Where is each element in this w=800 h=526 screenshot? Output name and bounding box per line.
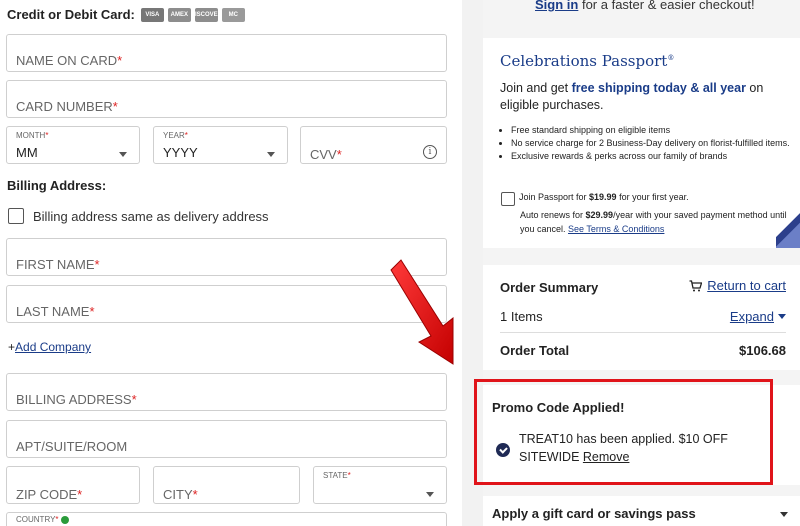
add-company-text[interactable]: Add Company <box>15 340 91 354</box>
order-total-value: $106.68 <box>739 343 786 358</box>
chevron-down-icon <box>267 152 275 157</box>
zip-code-field[interactable]: ZIP CODE* <box>6 466 140 504</box>
passport-renew-text: Auto renews for $29.99/year with your sa… <box>520 210 787 234</box>
apt-suite-placeholder: APT/SUITE/ROOM <box>16 439 128 454</box>
card-section-title: Credit or Debit Card: VISA AMEX DISCOVER… <box>7 7 245 22</box>
return-to-cart-link[interactable]: Return to cart <box>689 278 786 293</box>
decorative-stripe <box>776 208 800 248</box>
same-as-delivery-label: Billing address same as delivery address <box>33 208 269 224</box>
passport-benefits: Free standard shipping on eligible items… <box>511 124 791 163</box>
year-value: YYYY <box>163 145 198 160</box>
valid-check-icon <box>60 515 69 524</box>
chevron-down-icon <box>778 314 786 319</box>
mastercard-logo-icon: MC <box>221 7 245 22</box>
zip-code-placeholder: ZIP CODE <box>16 487 78 502</box>
list-item: Free standard shipping on eligible items <box>511 124 791 137</box>
expand-button[interactable]: Expand <box>730 309 786 324</box>
billing-address-title: Billing Address: <box>7 178 107 193</box>
card-number-field[interactable]: CARD NUMBER* <box>6 80 447 118</box>
billing-address-placeholder: BILLING ADDRESS <box>16 392 132 407</box>
country-select[interactable]: COUNTRY* <box>6 512 447 526</box>
name-on-card-field[interactable]: NAME ON CARD* <box>6 34 447 72</box>
passport-join-row[interactable]: Join Passport for $19.99 for your first … <box>501 192 689 206</box>
cvv-field[interactable]: CVV* i <box>300 126 447 164</box>
country-label: COUNTRY <box>16 515 56 524</box>
divider <box>500 332 786 333</box>
card-title-text: Credit or Debit Card: <box>7 7 135 22</box>
card-logos: VISA AMEX DISCOVER MC <box>140 7 245 22</box>
apt-suite-field[interactable]: APT/SUITE/ROOM <box>6 420 447 458</box>
month-value: MM <box>16 145 38 160</box>
visa-logo-icon: VISA <box>140 7 164 22</box>
cvv-placeholder: CVV <box>310 147 337 162</box>
first-name-field[interactable]: FIRST NAME* <box>6 238 447 276</box>
first-name-placeholder: FIRST NAME <box>16 257 95 272</box>
year-label: YEAR <box>163 131 185 140</box>
last-name-placeholder: LAST NAME <box>16 304 90 319</box>
month-select[interactable]: MONTH* MM <box>6 126 140 164</box>
card-number-placeholder: CARD NUMBER <box>16 99 113 114</box>
amex-logo-icon: AMEX <box>167 7 191 22</box>
passport-card: Celebrations Passport® Join and get free… <box>483 38 800 248</box>
state-label: STATE <box>323 471 348 480</box>
order-item-count: 1 Items <box>500 309 543 324</box>
terms-link[interactable]: See Terms & Conditions <box>568 224 664 234</box>
gift-card-accordion[interactable]: Apply a gift card or savings pass <box>483 496 800 526</box>
discover-logo-icon: DISCOVER <box>191 7 222 22</box>
last-name-field[interactable]: LAST NAME* <box>6 285 447 323</box>
list-item: No service charge for 2 Business-Day del… <box>511 137 791 150</box>
month-label: MONTH <box>16 131 46 140</box>
passport-intro: Join and get free shipping today & all y… <box>500 81 764 112</box>
red-arrow-icon <box>390 259 454 365</box>
info-icon[interactable]: i <box>423 145 437 159</box>
same-as-delivery-checkbox-row[interactable]: Billing address same as delivery address <box>8 208 269 224</box>
state-select[interactable]: STATE* <box>313 466 447 504</box>
list-item: Exclusive rewards & perks across our fam… <box>511 150 791 163</box>
order-total-label: Order Total <box>500 343 570 358</box>
chevron-down-icon <box>780 512 788 517</box>
passport-title: Celebrations Passport® <box>500 52 675 70</box>
same-as-delivery-checkbox[interactable] <box>8 208 24 224</box>
name-on-card-placeholder: NAME ON CARD <box>16 53 118 68</box>
signin-prompt: Sign in for a faster & easier checkout! <box>535 0 755 12</box>
chevron-down-icon <box>426 492 434 497</box>
cart-icon <box>689 279 703 291</box>
order-summary-title: Order Summary <box>500 280 599 295</box>
join-passport-checkbox[interactable] <box>501 192 515 206</box>
city-field[interactable]: CITY* <box>153 466 300 504</box>
add-company-link[interactable]: +Add Company <box>8 340 91 354</box>
billing-address-field[interactable]: BILLING ADDRESS* <box>6 373 447 411</box>
year-select[interactable]: YEAR* YYYY <box>153 126 288 164</box>
chevron-down-icon <box>119 152 127 157</box>
promo-highlight-annotation <box>474 379 773 485</box>
city-placeholder: CITY <box>163 487 193 502</box>
order-summary: Order Summary Return to cart 1 Items Exp… <box>483 265 800 370</box>
signin-link[interactable]: Sign in <box>535 0 578 12</box>
gift-card-title: Apply a gift card or savings pass <box>492 506 696 521</box>
